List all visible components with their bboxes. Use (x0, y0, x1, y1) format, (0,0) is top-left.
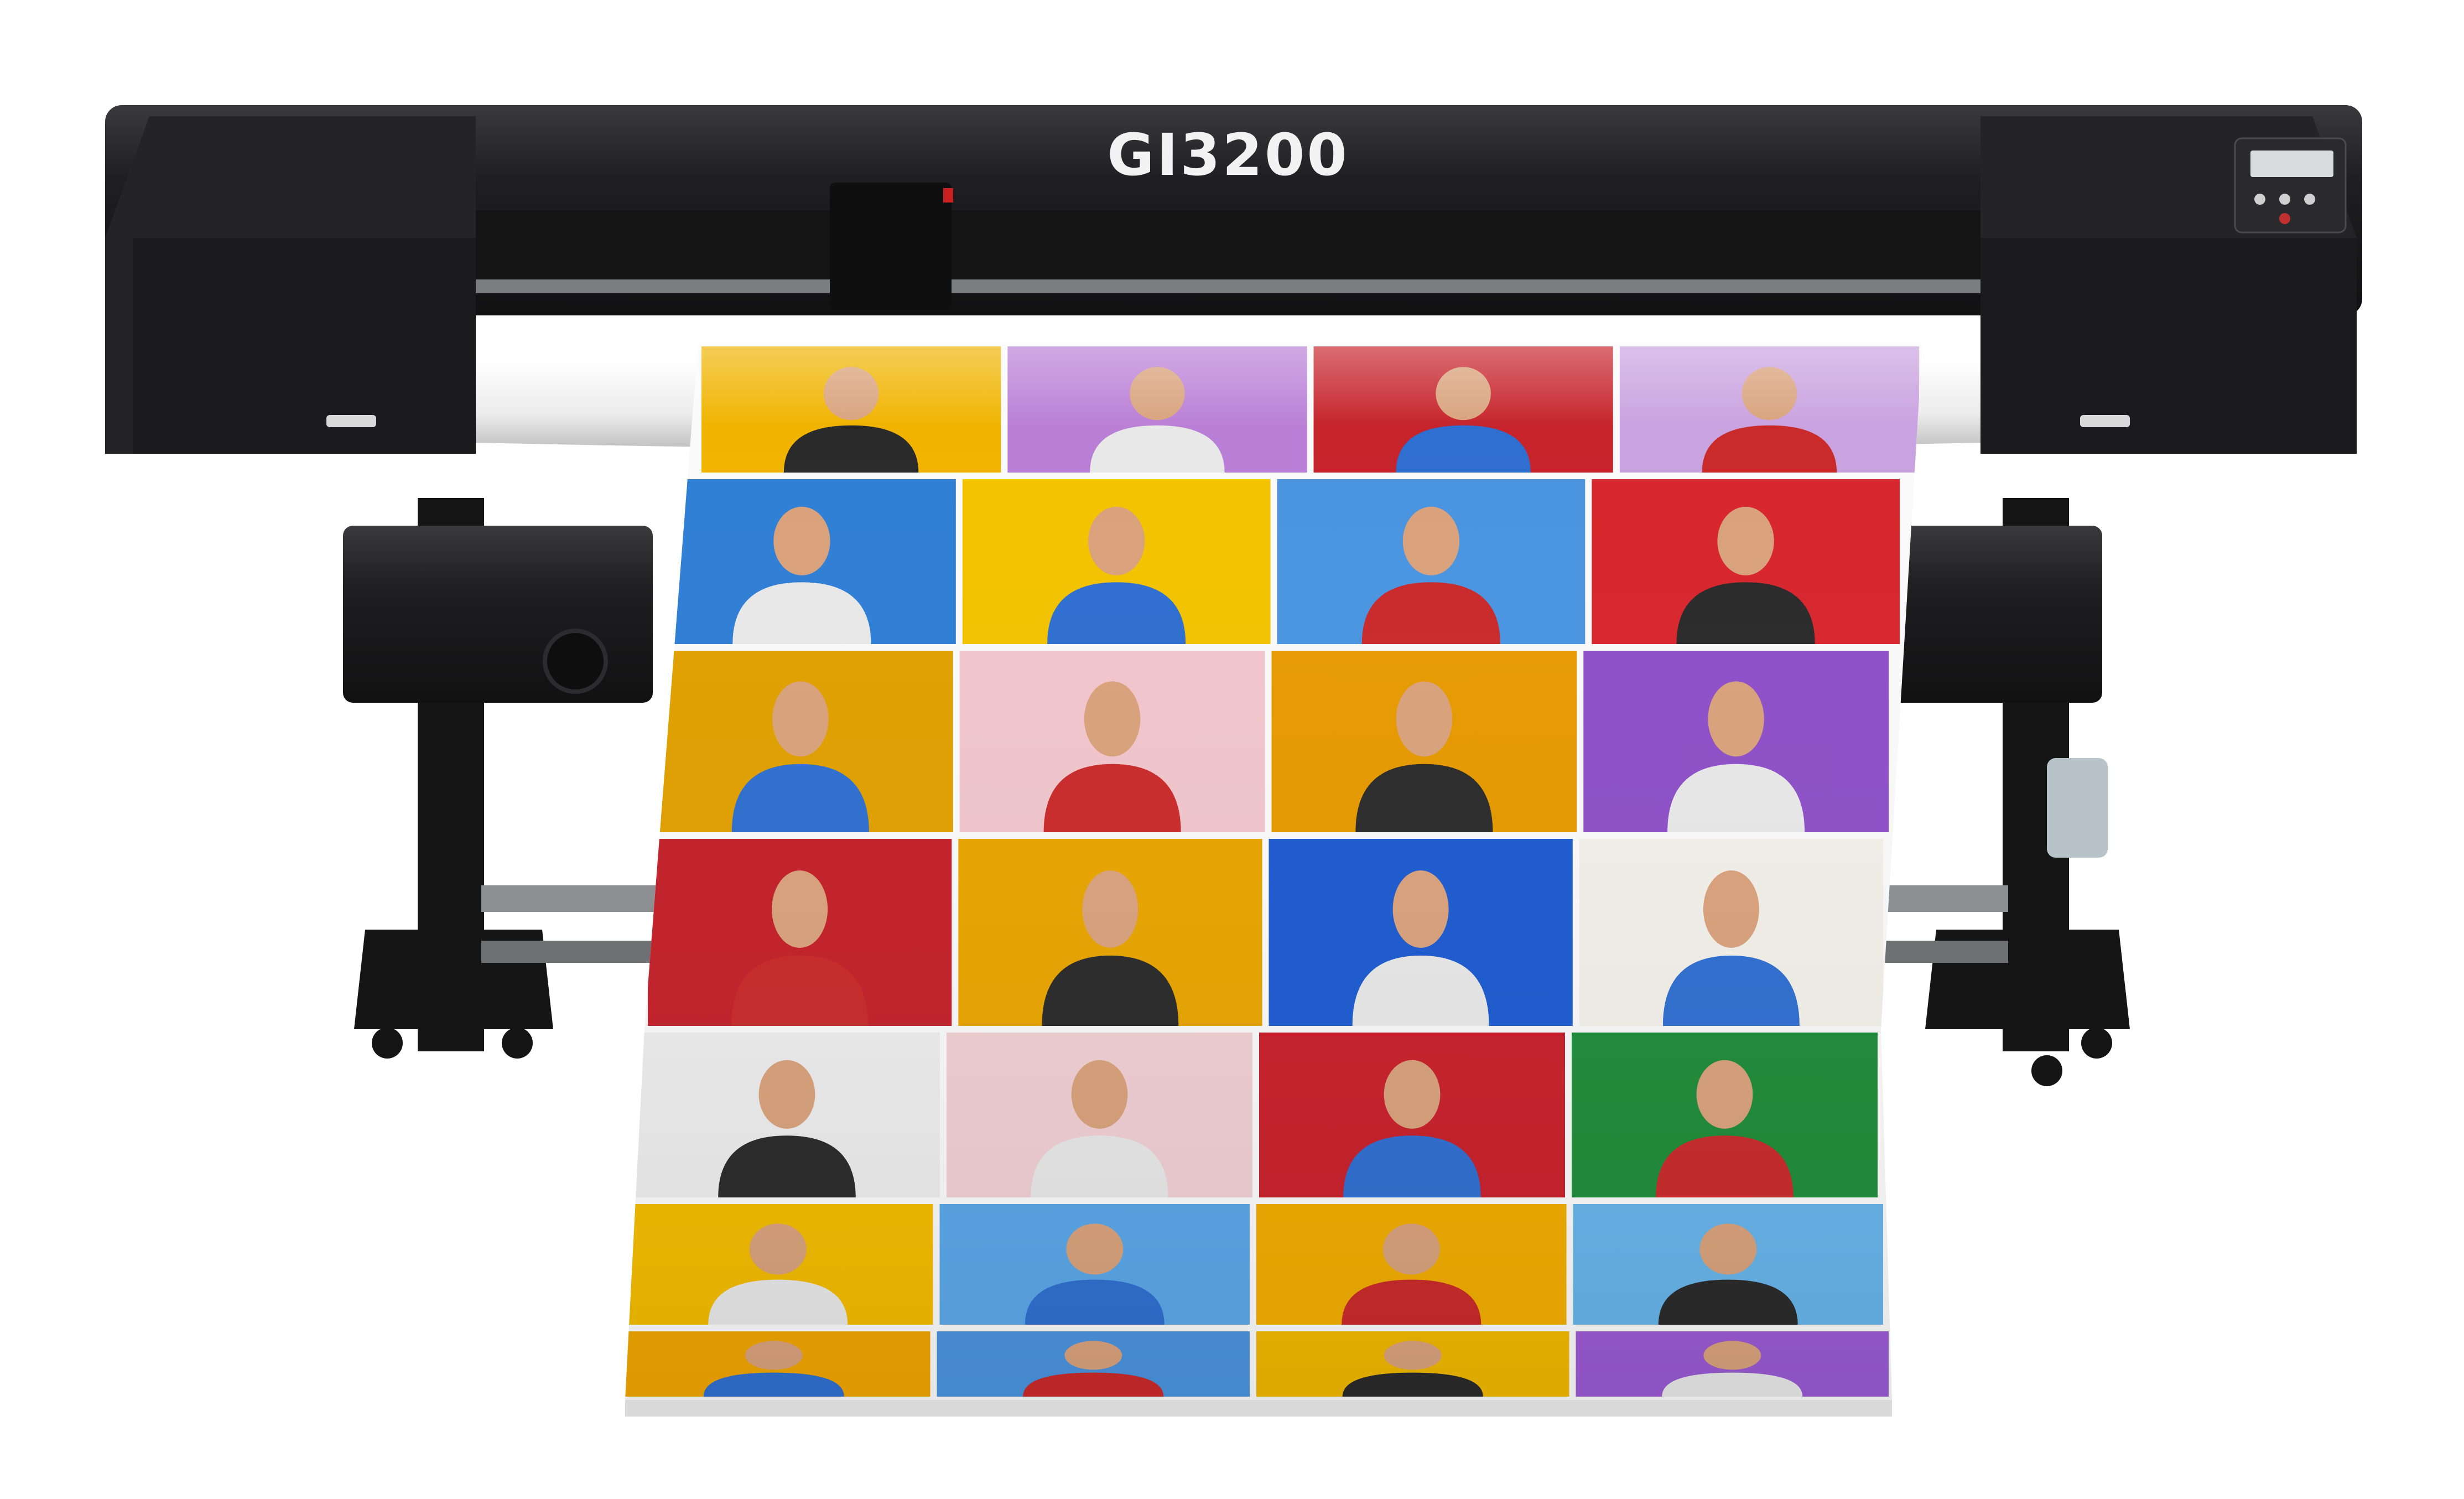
left-dryer (343, 526, 653, 703)
printer-photo (105, 105, 2362, 1417)
carriage-red-indicator (943, 188, 953, 203)
fan-icon (543, 629, 608, 694)
right-handle (2080, 415, 2130, 427)
print-head-carriage (830, 183, 952, 310)
lcd-screen (2250, 151, 2333, 177)
left-side-panel (133, 238, 476, 454)
right-side-panel (1980, 238, 2357, 454)
control-button (2279, 194, 2290, 205)
right-caster (2031, 1055, 2062, 1086)
control-button (2279, 213, 2290, 224)
media-sheen (625, 343, 1922, 1400)
left-caster-2 (502, 1028, 533, 1059)
model-label: GI3200 (1107, 121, 1349, 189)
control-button (2304, 194, 2315, 205)
ink-bottle (2047, 758, 2108, 858)
print-media (625, 343, 1922, 1417)
media-edge-shadow (625, 1400, 1892, 1417)
left-handle (326, 415, 376, 427)
right-caster-2 (2081, 1028, 2112, 1059)
rail-highlight (476, 279, 1980, 293)
left-caster (372, 1028, 403, 1059)
control-button (2254, 194, 2265, 205)
